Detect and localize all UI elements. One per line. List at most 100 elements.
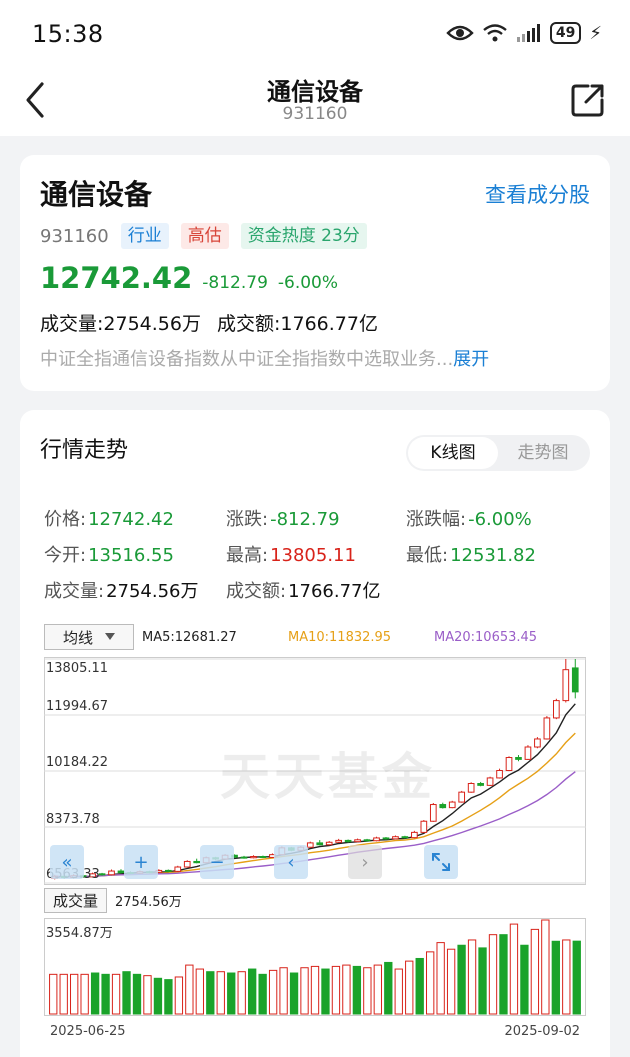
chevron-left-icon: ‹ (287, 851, 295, 873)
description: 中证全指通信设备指数从中证全指指数中选取业务...展开 (40, 345, 489, 371)
volume-bar (551, 940, 560, 1015)
date-end: 2025-09-02 (504, 1024, 580, 1039)
tab-trend[interactable]: 走势图 (498, 437, 588, 469)
volume-bar (530, 928, 540, 1015)
volume-svg (44, 918, 586, 1016)
candle-body (325, 841, 333, 846)
candle-body (439, 804, 447, 809)
volume-max-label: 3554.87万 (46, 926, 113, 941)
minus-icon: − (209, 851, 225, 873)
candle-body (392, 836, 399, 840)
eye-icon (446, 25, 474, 41)
volume-bar (426, 951, 435, 1015)
candle-body (164, 869, 172, 872)
share-icon (571, 84, 604, 117)
volume-bar (446, 948, 456, 1015)
volume-bar (352, 965, 362, 1015)
candle-body (363, 839, 371, 842)
section-title: 行情走势 (40, 438, 129, 463)
ma5-label: MA5:12681.27 (142, 629, 237, 645)
candle-body (354, 839, 361, 843)
volume-bar (562, 939, 571, 1015)
amount-text: 成交额:1766.77亿 (216, 313, 378, 335)
volume-bar (572, 940, 581, 1015)
scroll-start-button[interactable]: « (50, 845, 84, 879)
battery-icon: 49 (549, 22, 582, 44)
candle-body (553, 700, 560, 719)
candle-body (240, 856, 248, 859)
volume-bar (206, 971, 215, 1015)
date-start: 2025-06-25 (50, 1024, 126, 1039)
stat-change-pct: 涨跌幅: -6.00% (406, 509, 532, 530)
volume-bar (132, 973, 142, 1015)
ma10-label: MA10:11832.95 (288, 629, 392, 645)
nav-header: 通信设备 931160 (0, 68, 630, 136)
status-icons: 49 ⚡ (446, 22, 602, 44)
volume-bar (457, 944, 466, 1015)
ma-select-dropdown[interactable]: 均线 (44, 624, 134, 650)
wifi-icon (483, 24, 507, 42)
volume-bar (268, 969, 278, 1015)
candle-body (420, 820, 428, 833)
volume-bar (227, 972, 236, 1015)
signal-icon (516, 24, 540, 42)
volume-bar (363, 967, 372, 1015)
candle-body (108, 870, 115, 876)
expand-link[interactable]: 展开 (453, 349, 489, 370)
volume-bar (80, 973, 89, 1015)
volume-chart[interactable]: 3554.87万 (44, 918, 586, 1016)
stat-volume: 成交量: 2754.56万 (44, 581, 199, 602)
description-text: 中证全指通信设备指数从中证全指指数中选取业务... (40, 349, 454, 370)
volume-bar (467, 939, 477, 1015)
candle-body (193, 860, 201, 864)
volume-header: 成交量 2754.56万 (44, 888, 182, 913)
volume-bar (216, 971, 225, 1015)
candle-body (98, 873, 106, 876)
volume-bar (153, 977, 163, 1015)
price-row: 12742.42 -812.79 -6.00% (40, 261, 338, 295)
fullscreen-button[interactable] (424, 845, 458, 879)
zoom-out-button[interactable]: − (200, 845, 234, 879)
scroll-left-button[interactable]: ‹ (274, 845, 308, 879)
volume-bar (101, 973, 110, 1015)
candle-body (562, 669, 570, 702)
volume-bar (541, 919, 550, 1015)
volume-bar (310, 965, 320, 1015)
candle-body (496, 770, 503, 779)
candle-body (477, 783, 484, 786)
candle-body (316, 842, 324, 846)
zoom-in-button[interactable]: + (124, 845, 158, 879)
volume-bar (436, 942, 445, 1015)
chart-type-toggle: K线图 走势图 (406, 435, 590, 471)
y-tick-label: 10184.22 (46, 755, 109, 770)
y-tick-label: 13805.11 (46, 661, 109, 676)
page-subtitle: 931160 (282, 104, 348, 124)
volume-bar (59, 973, 68, 1015)
quote-stats: 价格: 12742.42 涨跌: -812.79 涨跌幅: -6.00% 今开: 135… (44, 500, 604, 608)
candle-body (382, 837, 390, 840)
scroll-right-button[interactable]: › (348, 845, 382, 879)
view-holdings-link[interactable]: 查看成分股 (485, 179, 590, 209)
share-button[interactable] (568, 80, 608, 120)
volume-bar (331, 965, 341, 1015)
candle-body (515, 757, 522, 760)
tab-kline[interactable]: K线图 (408, 437, 498, 469)
volume-bar (415, 957, 424, 1015)
kline-chart[interactable]: 13805.11 11994.67 10184.22 8373.78 6563.… (44, 657, 586, 885)
volume-bar (248, 968, 257, 1015)
candle-body (259, 856, 267, 859)
price-change: -812.79 (202, 273, 268, 293)
status-bar: 15:38 49 ⚡ (0, 0, 630, 68)
candle-body (467, 783, 475, 793)
candle-body (543, 717, 551, 740)
candle-body (344, 839, 352, 843)
volume-bar (373, 964, 382, 1015)
volume-bar (394, 968, 403, 1015)
volume-bar (143, 975, 152, 1015)
candle-body (335, 839, 343, 843)
code-tag-row: 931160 行业 高估 资金热度 23分 (40, 223, 367, 249)
volume-bar (195, 968, 204, 1015)
volume-indicator-button[interactable]: 成交量 (44, 888, 108, 913)
volume-bar (164, 979, 173, 1015)
volume-bar (258, 973, 267, 1015)
